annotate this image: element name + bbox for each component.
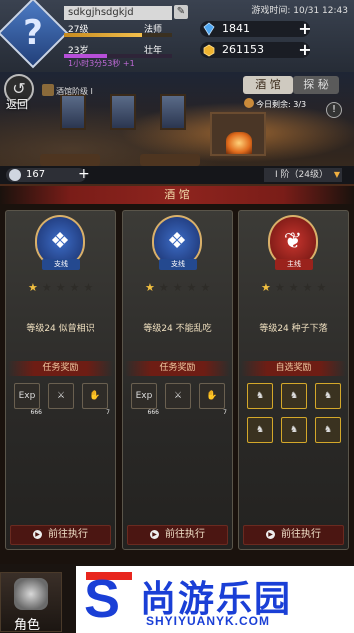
item-count: 666 [147, 409, 159, 416]
sword-item-icon[interactable]: ⚔ [165, 383, 191, 409]
boots-item-icon[interactable]: ♞ [247, 417, 273, 443]
scene-window [160, 94, 186, 130]
quest-name: 等级24 不能乱吃 [143, 324, 212, 334]
go-execute-button[interactable]: ▶ 前往执行 [10, 525, 111, 545]
tab-explore[interactable]: 探 秘 [293, 76, 339, 94]
gold-resource: 261153 [200, 42, 310, 58]
gold-value: 261153 [222, 43, 264, 56]
add-silver-button[interactable]: + [78, 166, 90, 182]
boots-item-icon[interactable]: ♞ [315, 383, 341, 409]
role-label: 角色 [14, 618, 41, 633]
quest-stars: ★★★★★ [28, 281, 98, 294]
back-label: 返回 [6, 98, 28, 111]
crystal-resource: 1841 [200, 21, 310, 37]
boots-item-icon[interactable]: ♞ [281, 417, 307, 443]
quest-stars: ★★★★★ [145, 281, 215, 294]
quest-name: 等级24 似曾相识 [26, 324, 95, 334]
exp-item-icon[interactable]: Exp 666 [14, 383, 42, 416]
glove-item-icon[interactable]: ✋ 7 [199, 383, 227, 416]
level-progress-bar [64, 33, 172, 37]
quest-type-badge: 支线 [42, 259, 80, 270]
item-count: 666 [30, 409, 42, 416]
watermark-logo: S [84, 569, 121, 629]
chevron-down-icon: ▼ [333, 170, 340, 179]
scene-fireplace [210, 112, 266, 156]
quest-type-badge: 支线 [159, 259, 197, 270]
silver-icon [9, 169, 21, 181]
glove-item-icon[interactable]: ✋ 7 [82, 383, 110, 416]
watermark-url: SHYIYUANYK.COM [146, 614, 271, 628]
play-icon: ▶ [150, 530, 159, 539]
play-icon: ▶ [33, 530, 42, 539]
quest-card: ❖ 支线 ★★★★★ 等级24 不能乱吃 任务奖励 Exp 666 ⚔ ✋ 7 … [122, 210, 233, 550]
game-time: 游戏时间: 10/31 12:43 [251, 6, 348, 16]
player-name: sdkgjhsdgkjd [64, 6, 172, 20]
quest-name: 等级24 种子下落 [259, 324, 328, 334]
reward-header: 任务奖励 [125, 361, 230, 376]
age-timer: 1小时3分53秒 +1 [68, 59, 135, 68]
crystal-icon [203, 22, 215, 36]
add-gold-button[interactable]: + [298, 42, 312, 58]
tier-select[interactable]: I 阶（24级） ▼ [264, 168, 342, 182]
exp-item-icon[interactable]: Exp 666 [131, 383, 159, 416]
silver-value: 167 [26, 169, 46, 180]
tier-select-value: I 阶（24级） [275, 170, 328, 180]
panel-title: 酒 馆 [0, 186, 354, 204]
gold-icon [203, 44, 215, 57]
play-icon: ▶ [266, 530, 275, 539]
item-count: 7 [106, 409, 110, 416]
today-icon [244, 98, 254, 108]
boots-item-icon[interactable]: ♞ [281, 383, 307, 409]
scene-table [140, 154, 200, 166]
info-icon[interactable]: ! [326, 102, 342, 118]
reward-header: 任务奖励 [8, 361, 113, 376]
boots-item-icon[interactable]: ♞ [315, 417, 341, 443]
stage-icon [42, 84, 54, 96]
silver-resource: 167 [6, 168, 86, 182]
helmet-icon [14, 578, 48, 610]
add-crystal-button[interactable]: + [298, 21, 312, 37]
tavern-stage: 酒馆阶级 I [56, 87, 93, 96]
scene-window [110, 94, 136, 130]
edit-name-icon[interactable]: ✎ [174, 5, 188, 19]
quest-type-badge: 主线 [275, 259, 313, 270]
go-execute-button[interactable]: ▶ 前往执行 [243, 525, 344, 545]
quest-stars: ★★★★★ [261, 281, 331, 294]
boots-item-icon[interactable]: ♞ [247, 383, 273, 409]
item-count: 7 [223, 409, 227, 416]
sword-item-icon[interactable]: ⚔ [48, 383, 74, 409]
tab-tavern[interactable]: 酒 馆 [243, 76, 293, 94]
scene-window [60, 94, 86, 130]
reward-header: 自选奖励 [241, 361, 346, 376]
quest-card: ❦ 主线 ★★★★★ 等级24 种子下落 自选奖励 ♞ ♞ ♞ ♞ ♞ ♞ ▶ 前… [238, 210, 349, 550]
go-execute-button[interactable]: ▶ 前往执行 [127, 525, 228, 545]
crystal-value: 1841 [222, 22, 250, 35]
quest-card: ❖ 支线 ★★★★★ 等级24 似曾相识 任务奖励 Exp 666 ⚔ ✋ 7 … [5, 210, 116, 550]
avatar-question-icon: ? [23, 13, 43, 53]
today-remaining: 今日剩余: 3/3 [256, 100, 307, 109]
scene-table [40, 154, 100, 166]
